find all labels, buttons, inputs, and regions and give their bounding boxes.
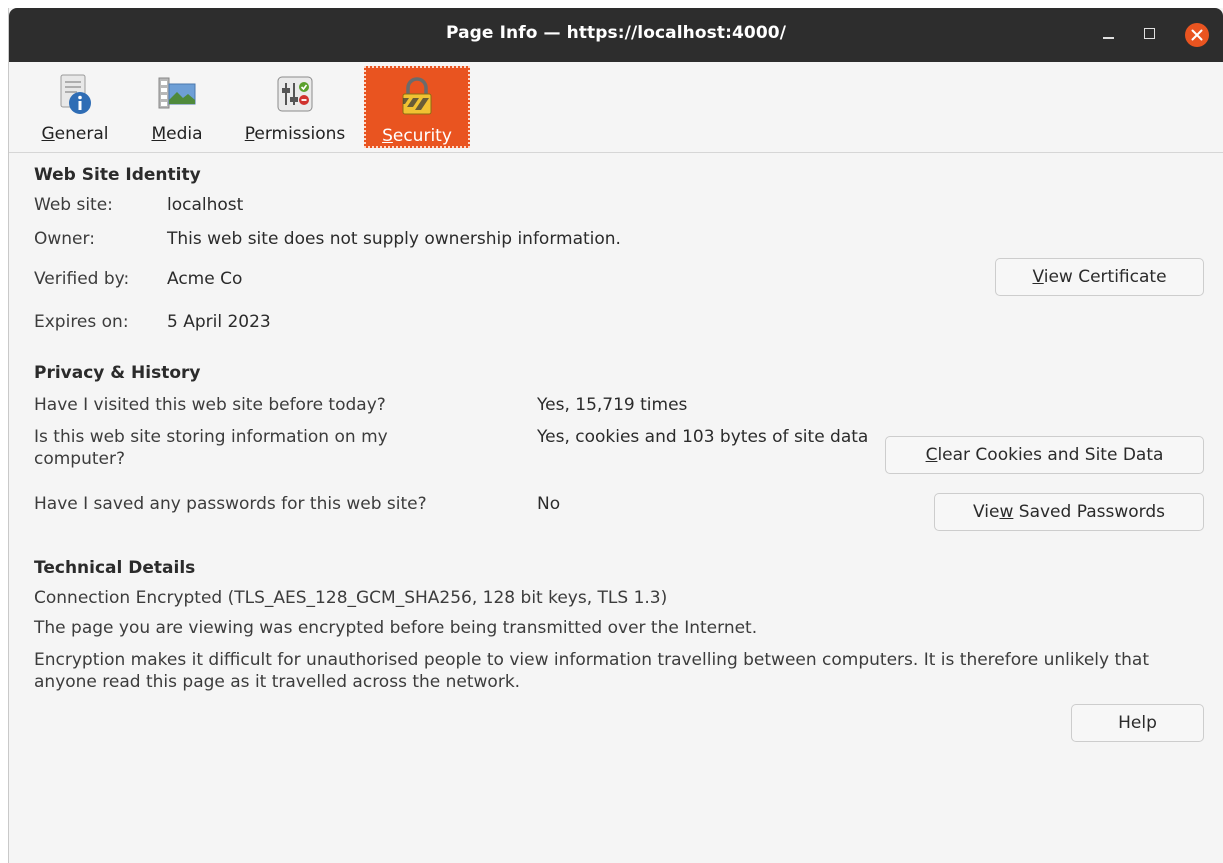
encryption-explanation-text: Encryption makes it difficult for unauth…	[34, 650, 1150, 692]
permissions-icon	[277, 76, 313, 112]
tab-general[interactable]: General	[33, 66, 117, 148]
close-button[interactable]	[1185, 23, 1209, 47]
media-film-icon	[158, 77, 196, 109]
document-info-icon	[60, 74, 91, 114]
tab-media[interactable]: Media	[141, 66, 213, 148]
clear-cookies-button[interactable]: Clear Cookies and Site Data	[885, 436, 1204, 474]
help-button[interactable]: Help	[1071, 704, 1204, 742]
website-value: localhost	[167, 195, 244, 215]
title-bar[interactable]: Page Info — https://localhost:4000/	[9, 8, 1223, 62]
owner-label: Owner:	[34, 229, 95, 249]
visited-answer: Yes, 15,719 times	[537, 395, 688, 415]
view-certificate-button[interactable]: View Certificate	[995, 258, 1204, 296]
expires-value: 5 April 2023	[167, 312, 271, 332]
security-panel: Web Site Identity Web site: localhost Ow…	[9, 152, 1223, 863]
expires-label: Expires on:	[34, 312, 129, 332]
tab-security[interactable]: Security	[364, 66, 470, 148]
passwords-answer: No	[537, 494, 561, 514]
view-saved-passwords-button[interactable]: View Saved Passwords	[934, 493, 1204, 531]
tab-toolbar: General Media Permissions Security	[9, 62, 1223, 152]
minimize-button[interactable]	[1097, 20, 1121, 44]
website-label: Web site:	[34, 195, 113, 215]
passwords-question: Have I saved any passwords for this web …	[34, 494, 427, 514]
owner-value: This web site does not supply ownership …	[167, 229, 621, 249]
storing-question: Is this web site storing information on …	[34, 427, 388, 469]
encrypted-before-transmit-text: The page you are viewing was encrypted b…	[34, 618, 758, 638]
technical-heading: Technical Details	[34, 558, 196, 578]
verified-value: Acme Co	[167, 269, 243, 289]
tab-permissions[interactable]: Permissions	[233, 66, 357, 148]
storing-answer: Yes, cookies and 103 bytes of site data	[537, 427, 869, 447]
close-icon	[1191, 29, 1203, 41]
visited-question: Have I visited this web site before toda…	[34, 395, 386, 415]
window-title: Page Info — https://localhost:4000/	[445, 23, 787, 43]
connection-encrypted-text: Connection Encrypted (TLS_AES_128_GCM_SH…	[34, 588, 668, 608]
privacy-heading: Privacy & History	[34, 363, 201, 383]
identity-heading: Web Site Identity	[34, 165, 201, 185]
padlock-icon	[402, 77, 432, 115]
maximize-button[interactable]	[1137, 20, 1161, 44]
verified-label: Verified by:	[34, 269, 130, 289]
page-info-window: Page Info — https://localhost:4000/ Gene…	[8, 8, 1223, 863]
